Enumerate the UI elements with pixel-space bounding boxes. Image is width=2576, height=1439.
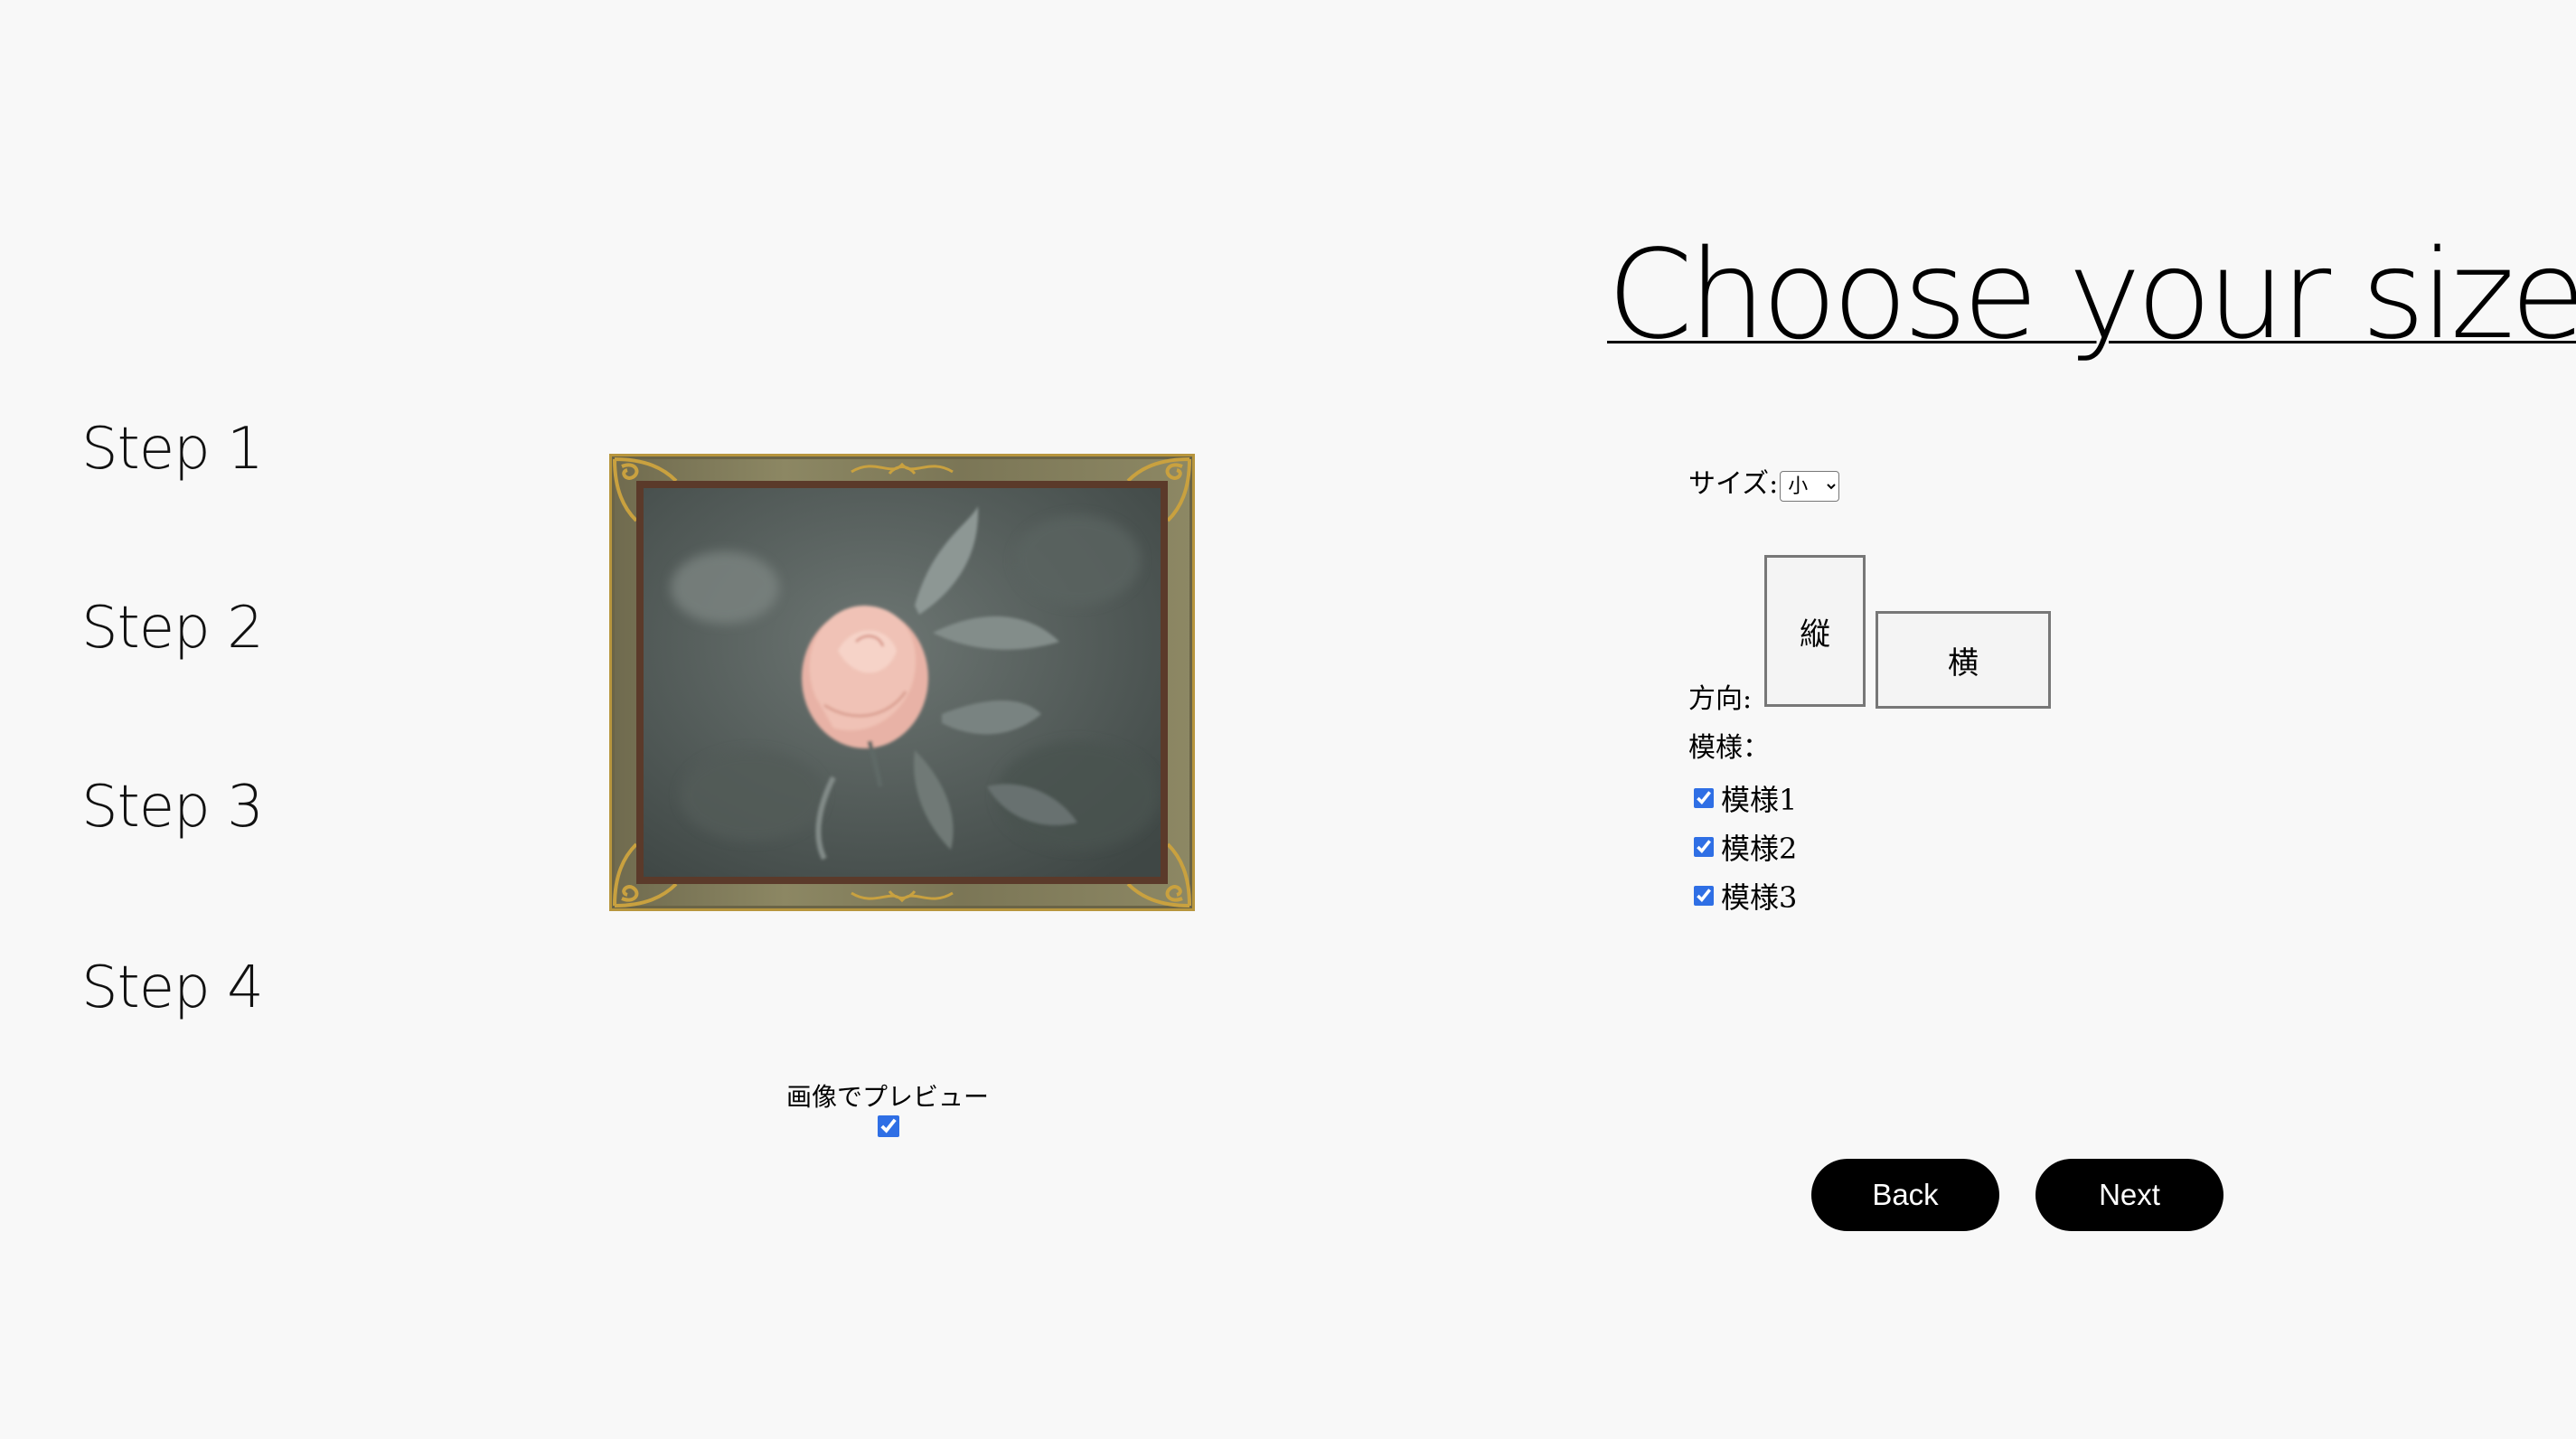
landscape-button[interactable]: 横 [1876, 611, 2051, 709]
pattern-2-label: 模様2 [1721, 832, 1798, 866]
bottom-ornament-icon [851, 889, 954, 903]
step-4[interactable]: Step 4 [81, 955, 264, 1021]
framed-preview [609, 454, 1195, 911]
page-title: Choose your size [1607, 224, 2576, 367]
preview-label: 画像でプレビュー [785, 1082, 989, 1112]
pattern-2-checkbox[interactable] [1694, 837, 1714, 857]
preview-checkbox[interactable] [878, 1115, 899, 1137]
step-2[interactable]: Step 2 [81, 595, 264, 662]
picture-frame [609, 454, 1195, 911]
pattern-item-3: 模様3 [1694, 875, 1797, 917]
pattern-1-label: 模様1 [1721, 783, 1798, 817]
frame-mat [636, 481, 1168, 884]
pattern-3-label: 模様3 [1721, 880, 1798, 915]
pattern-1-checkbox[interactable] [1694, 788, 1714, 808]
size-label: サイズ: [1688, 468, 1779, 500]
next-button[interactable]: Next [2035, 1159, 2223, 1231]
step-3[interactable]: Step 3 [81, 774, 264, 841]
pattern-item-1: 模様1 [1694, 777, 1797, 819]
size-row: サイズ: 小 [1688, 461, 1840, 502]
pattern-3-checkbox[interactable] [1694, 886, 1714, 906]
rose-photo [644, 488, 1161, 877]
size-select[interactable]: 小 [1780, 471, 1840, 502]
pattern-label: 模様： [1688, 732, 1770, 764]
portrait-button[interactable]: 縦 [1764, 555, 1866, 707]
back-button[interactable]: Back [1811, 1159, 1999, 1231]
pattern-item-2: 模様2 [1694, 826, 1797, 868]
direction-label: 方向: [1688, 683, 1753, 715]
top-ornament-icon [851, 462, 954, 475]
step-1[interactable]: Step 1 [81, 416, 264, 483]
